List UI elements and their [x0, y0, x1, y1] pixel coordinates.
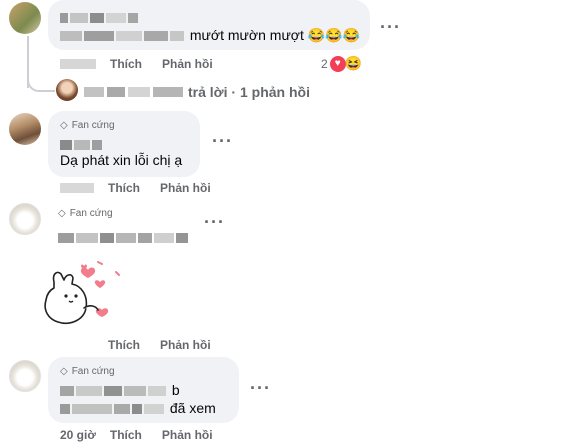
comment-bubble: ◇ Fan cứng Dạ phát xin lỗi chị ạ — [48, 111, 200, 177]
haha-icon: 😆 — [344, 55, 363, 71]
comment-actions: Thích Phản hồi — [60, 57, 213, 71]
more-options-icon[interactable]: ··· — [380, 18, 401, 36]
more-options-icon[interactable]: ··· — [204, 213, 225, 231]
reply-button[interactable]: Phản hồi — [160, 181, 211, 195]
comment-text-line1: b — [60, 382, 180, 398]
thread-curve — [27, 70, 55, 92]
diamond-icon: ◇ — [60, 120, 68, 131]
text-tail: đã xem — [169, 400, 216, 416]
reply-button[interactable]: Phản hồi — [162, 57, 213, 71]
badge-label: Fan cứng — [69, 208, 113, 219]
more-options-icon[interactable]: ··· — [212, 132, 233, 150]
avatar[interactable] — [9, 360, 41, 392]
comment-text: Dạ phát xin lỗi chị ạ — [60, 152, 183, 168]
reaction-count: 2 — [321, 56, 328, 71]
fan-badge[interactable]: ◇ Fan cứng — [60, 120, 115, 131]
comment-text-tail: mướt mườn mượt — [189, 27, 304, 43]
sticker-image[interactable] — [44, 258, 134, 330]
more-options-icon[interactable]: ··· — [250, 379, 271, 397]
text-tail: b — [171, 382, 180, 398]
like-button[interactable]: Thích — [108, 181, 140, 195]
like-button[interactable]: Thích — [110, 57, 142, 71]
commenter-name[interactable] — [58, 229, 190, 247]
reply-avatar[interactable] — [56, 79, 78, 101]
comment-text: mướt mườn mượt 😂😂😂 — [60, 27, 360, 44]
haha-emoji: 😂😂😂 — [307, 27, 361, 43]
timestamp[interactable] — [60, 183, 94, 193]
badge-label: Fan cứng — [71, 366, 115, 377]
reply-count-text: trả lời · 1 phản hồi — [188, 84, 310, 100]
like-button[interactable]: Thích — [108, 338, 140, 352]
like-button[interactable]: Thích — [110, 428, 142, 442]
reply-button[interactable]: Phản hồi — [160, 338, 211, 352]
diamond-icon: ◇ — [60, 366, 68, 377]
avatar[interactable] — [9, 203, 41, 235]
reaction-summary[interactable]: 2 ♥ 😆 — [321, 55, 362, 72]
comment-actions: Thích Phản hồi — [60, 338, 211, 352]
comment-header: ◇ Fan cứng — [58, 208, 113, 219]
avatar[interactable] — [9, 2, 41, 34]
reply-button[interactable]: Phản hồi — [162, 428, 213, 442]
view-replies-link[interactable]: trả lời · 1 phản hồi — [84, 84, 310, 100]
comment-actions: Thích Phản hồi — [60, 181, 211, 195]
heart-icon: ♥ — [329, 55, 346, 72]
fan-badge[interactable]: ◇ Fan cứng — [60, 366, 115, 377]
timestamp[interactable] — [60, 59, 96, 69]
badge-label: Fan cứng — [71, 120, 115, 131]
comment-bubble: ◇ Fan cứng b đã xem — [48, 357, 239, 423]
diamond-icon: ◇ — [58, 208, 66, 219]
fan-badge[interactable]: ◇ Fan cứng — [58, 208, 113, 219]
commenter-name[interactable] — [60, 9, 140, 27]
avatar[interactable] — [9, 113, 41, 145]
comment-actions: 20 giờ Thích Phản hồi — [60, 428, 213, 442]
comment-text-line2: đã xem — [60, 400, 216, 416]
comment-bubble: mướt mườn mượt 😂😂😂 — [48, 0, 370, 50]
timestamp[interactable] — [60, 340, 94, 350]
timestamp[interactable]: 20 giờ — [60, 428, 96, 442]
